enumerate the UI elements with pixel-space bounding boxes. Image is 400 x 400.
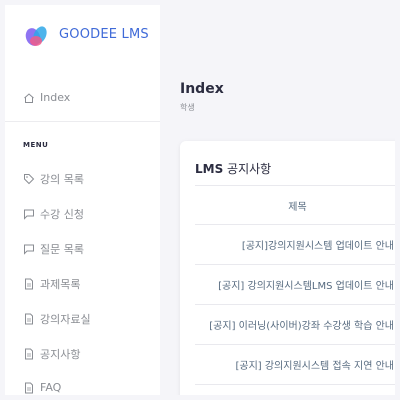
page-subtitle: 학생 bbox=[180, 103, 195, 112]
sidebar: GOODEE LMS Index MENU 강의 목록 수강 신청 질문 목록 … bbox=[5, 5, 160, 395]
sidebar-item-label: 과제목록 bbox=[40, 278, 81, 291]
sidebar-divider bbox=[5, 121, 160, 122]
table-row[interactable]: [공지] 이러닝(사이버)강좌 수강생 학습 안내 bbox=[195, 305, 395, 345]
card-title-brand: LMS bbox=[195, 162, 224, 176]
sidebar-item-assignments[interactable]: 과제목록 bbox=[23, 276, 80, 292]
top-navbar bbox=[160, 5, 395, 61]
chat-icon bbox=[23, 208, 35, 220]
card-title: LMS 공지사항 bbox=[195, 160, 271, 177]
sidebar-item-label: 질문 목록 bbox=[40, 243, 84, 256]
menu-section-header: MENU bbox=[23, 141, 49, 149]
sidebar-item-enrollment[interactable]: 수강 신청 bbox=[23, 206, 84, 222]
file-icon bbox=[23, 278, 35, 290]
table-row[interactable]: [공지]강의지원시스템 업데이트 안내 bbox=[195, 225, 395, 265]
notice-table: 제목 [공지]강의지원시스템 업데이트 안내 [공지] 강의지원시스템LMS 업… bbox=[195, 185, 395, 385]
sidebar-item-label: 강의 목록 bbox=[40, 173, 84, 186]
brand-name: GOODEE LMS bbox=[59, 26, 149, 42]
table-row[interactable]: [공지] 강의지원시스템LMS 업데이트 안내 bbox=[195, 265, 395, 305]
sidebar-item-label: 수강 신청 bbox=[40, 208, 84, 221]
sidebar-item-materials[interactable]: 강의자료실 bbox=[23, 311, 91, 327]
tag-icon bbox=[23, 173, 35, 185]
sidebar-item-label: Index bbox=[40, 91, 71, 104]
sidebar-item-course-list[interactable]: 강의 목록 bbox=[23, 171, 84, 187]
brand-logo[interactable]: GOODEE LMS bbox=[23, 19, 149, 49]
page-title: Index bbox=[180, 81, 224, 97]
sidebar-item-faq[interactable]: FAQ bbox=[23, 381, 61, 394]
file-icon bbox=[23, 313, 35, 325]
notice-card: LMS 공지사항 제목 [공지]강의지원시스템 업데이트 안내 [공지] 강의지… bbox=[180, 141, 395, 395]
sidebar-item-index[interactable]: Index bbox=[23, 91, 70, 104]
sidebar-item-label: 강의자료실 bbox=[40, 313, 91, 326]
file-icon bbox=[23, 348, 35, 360]
app-window: GOODEE LMS Index MENU 강의 목록 수강 신청 질문 목록 … bbox=[5, 5, 395, 395]
logo-icon bbox=[23, 20, 51, 48]
card-title-text: 공지사항 bbox=[223, 162, 272, 176]
sidebar-item-label: 공지사항 bbox=[40, 348, 81, 361]
sidebar-item-label: FAQ bbox=[40, 381, 62, 394]
chat-icon bbox=[23, 243, 35, 255]
column-header-title: 제목 bbox=[195, 185, 395, 225]
home-icon bbox=[23, 92, 35, 104]
sidebar-item-questions[interactable]: 질문 목록 bbox=[23, 241, 84, 257]
sidebar-item-notices[interactable]: 공지사항 bbox=[23, 346, 80, 362]
table-row[interactable]: [공지] 강의지원시스템 접속 지연 안내 bbox=[195, 345, 395, 385]
file-icon bbox=[23, 382, 35, 394]
